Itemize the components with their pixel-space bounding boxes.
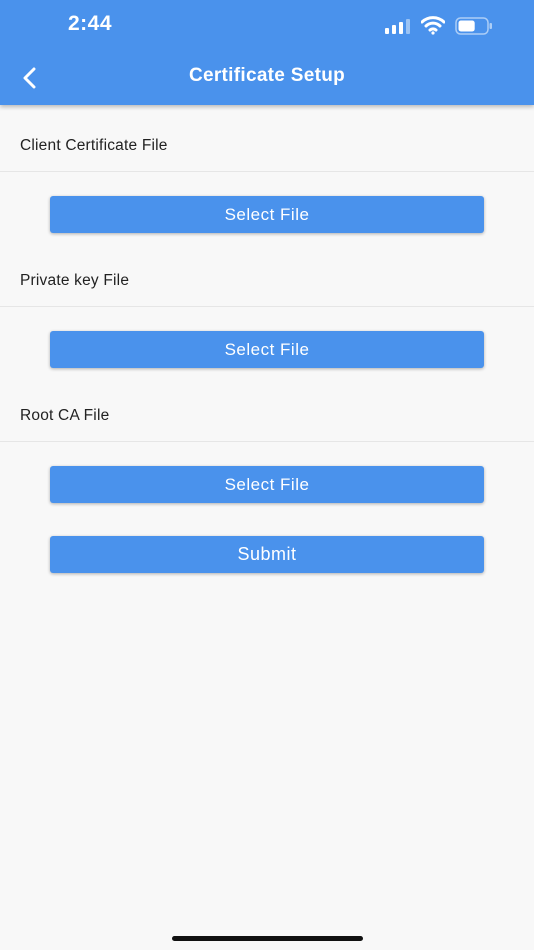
client-certificate-label: Client Certificate File (20, 137, 168, 154)
cellular-signal-icon (385, 18, 413, 34)
submit-button[interactable]: Submit (50, 536, 484, 573)
select-root-ca-button[interactable]: Select File (50, 466, 484, 503)
battery-icon (455, 17, 493, 35)
home-indicator[interactable] (172, 936, 363, 941)
divider (0, 441, 534, 442)
app-bar: 2:44 Certificate Setup (0, 0, 534, 105)
root-ca-label: Root CA File (20, 407, 110, 424)
status-time: 2:44 (68, 12, 113, 35)
private-key-label: Private key File (20, 272, 130, 289)
divider (0, 171, 534, 172)
page-title: Certificate Setup (188, 65, 346, 86)
select-private-key-button[interactable]: Select File (50, 331, 484, 368)
divider (0, 306, 534, 307)
wifi-icon (420, 15, 446, 35)
select-client-certificate-button[interactable]: Select File (50, 196, 484, 233)
